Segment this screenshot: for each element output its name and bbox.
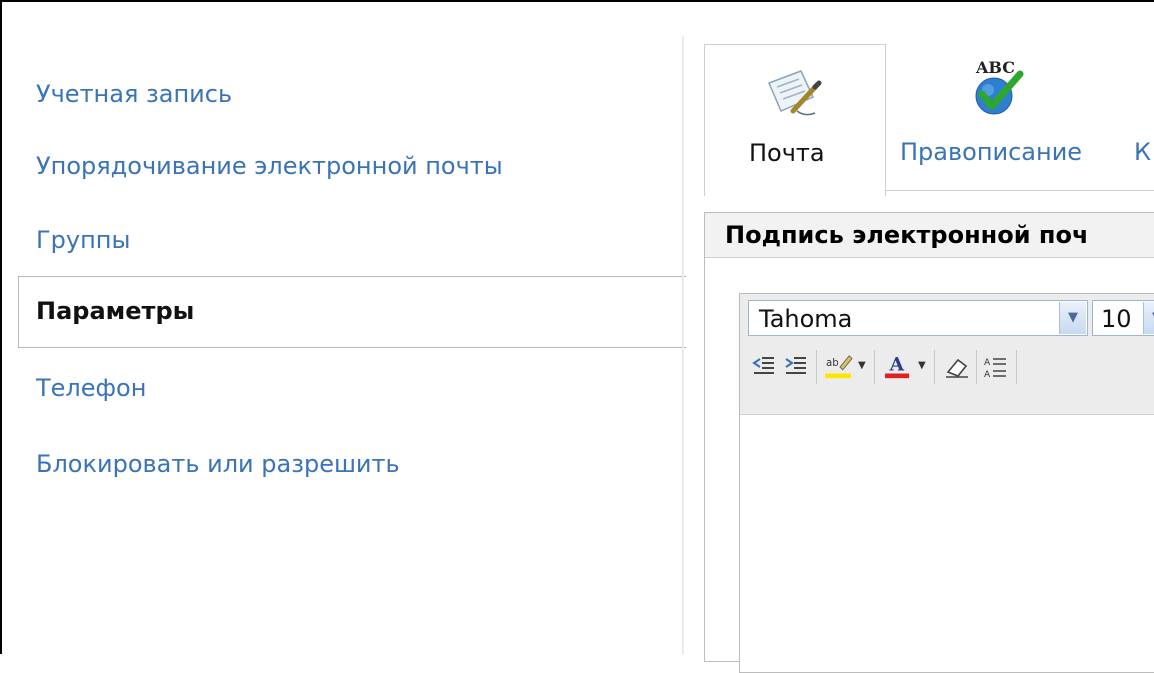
indent-increase-icon[interactable] <box>784 354 808 380</box>
clear-format-icon[interactable] <box>944 354 970 380</box>
font-family-value: Tahoma <box>759 305 853 333</box>
svg-text:ab: ab <box>826 358 839 369</box>
tab-spelling-label: Правописание <box>900 138 1083 166</box>
sidebar-item-settings[interactable]: Параметры <box>18 276 686 348</box>
sidebar-item-account[interactable]: Учетная запись <box>36 80 232 108</box>
toolbar-separator <box>874 350 875 384</box>
sidebar-divider <box>682 36 684 654</box>
toolbar-separator <box>816 350 817 384</box>
sidebar-item-email-organizing[interactable]: Упорядочивание электронной почты <box>36 152 503 180</box>
tab-spelling[interactable]: ABC Правописание <box>888 44 1126 190</box>
line-spacing-icon[interactable]: A A <box>984 354 1008 380</box>
tab-mail-label: Почта <box>749 139 825 167</box>
sidebar-item-settings-label: Параметры <box>36 297 195 325</box>
formatting-toolbar: Tahoma ▼ 10 ▼ <box>740 294 1154 415</box>
svg-text:A: A <box>889 355 905 376</box>
indent-decrease-icon[interactable] <box>752 354 776 380</box>
font-family-select[interactable]: Tahoma ▼ <box>748 300 1088 336</box>
font-size-select[interactable]: 10 ▼ <box>1092 300 1154 336</box>
font-size-dropdown-icon[interactable]: ▼ <box>1143 302 1154 334</box>
font-family-dropdown-icon[interactable]: ▼ <box>1059 302 1086 334</box>
tab-mail[interactable]: Почта <box>704 44 886 196</box>
signature-editor[interactable]: Tahoma ▼ 10 ▼ <box>739 293 1154 673</box>
spellcheck-abc-icon: ABC <box>972 58 1026 118</box>
sidebar-item-phone[interactable]: Телефон <box>36 374 146 402</box>
highlight-dropdown-icon[interactable]: ▼ <box>858 360 866 371</box>
svg-text:A: A <box>984 370 991 380</box>
signature-panel-header: Подпись электронной поч <box>705 213 1154 258</box>
sidebar-item-block-allow[interactable]: Блокировать или разрешить <box>36 450 400 478</box>
font-size-value: 10 <box>1101 305 1132 333</box>
font-color-icon[interactable]: A <box>884 354 912 380</box>
sidebar-item-groups[interactable]: Группы <box>36 226 130 254</box>
options-sidebar: Учетная запись Упорядочивание электронно… <box>2 2 686 654</box>
toolbar-separator <box>976 350 977 384</box>
mail-edit-icon <box>768 70 822 116</box>
highlight-icon[interactable]: ab <box>824 354 854 380</box>
signature-panel: Подпись электронной поч Tahoma ▼ 10 ▼ <box>704 212 1154 673</box>
svg-text:A: A <box>984 358 991 368</box>
tab-overflow-label: К <box>1134 138 1152 166</box>
tab-overflow[interactable]: К <box>1128 44 1154 190</box>
toolbar-separator <box>1016 350 1017 384</box>
toolbar-separator <box>934 350 935 384</box>
tab-strip-border <box>886 190 1154 191</box>
signature-panel-title: Подпись электронной поч <box>725 221 1089 249</box>
font-color-dropdown-icon[interactable]: ▼ <box>918 360 926 371</box>
